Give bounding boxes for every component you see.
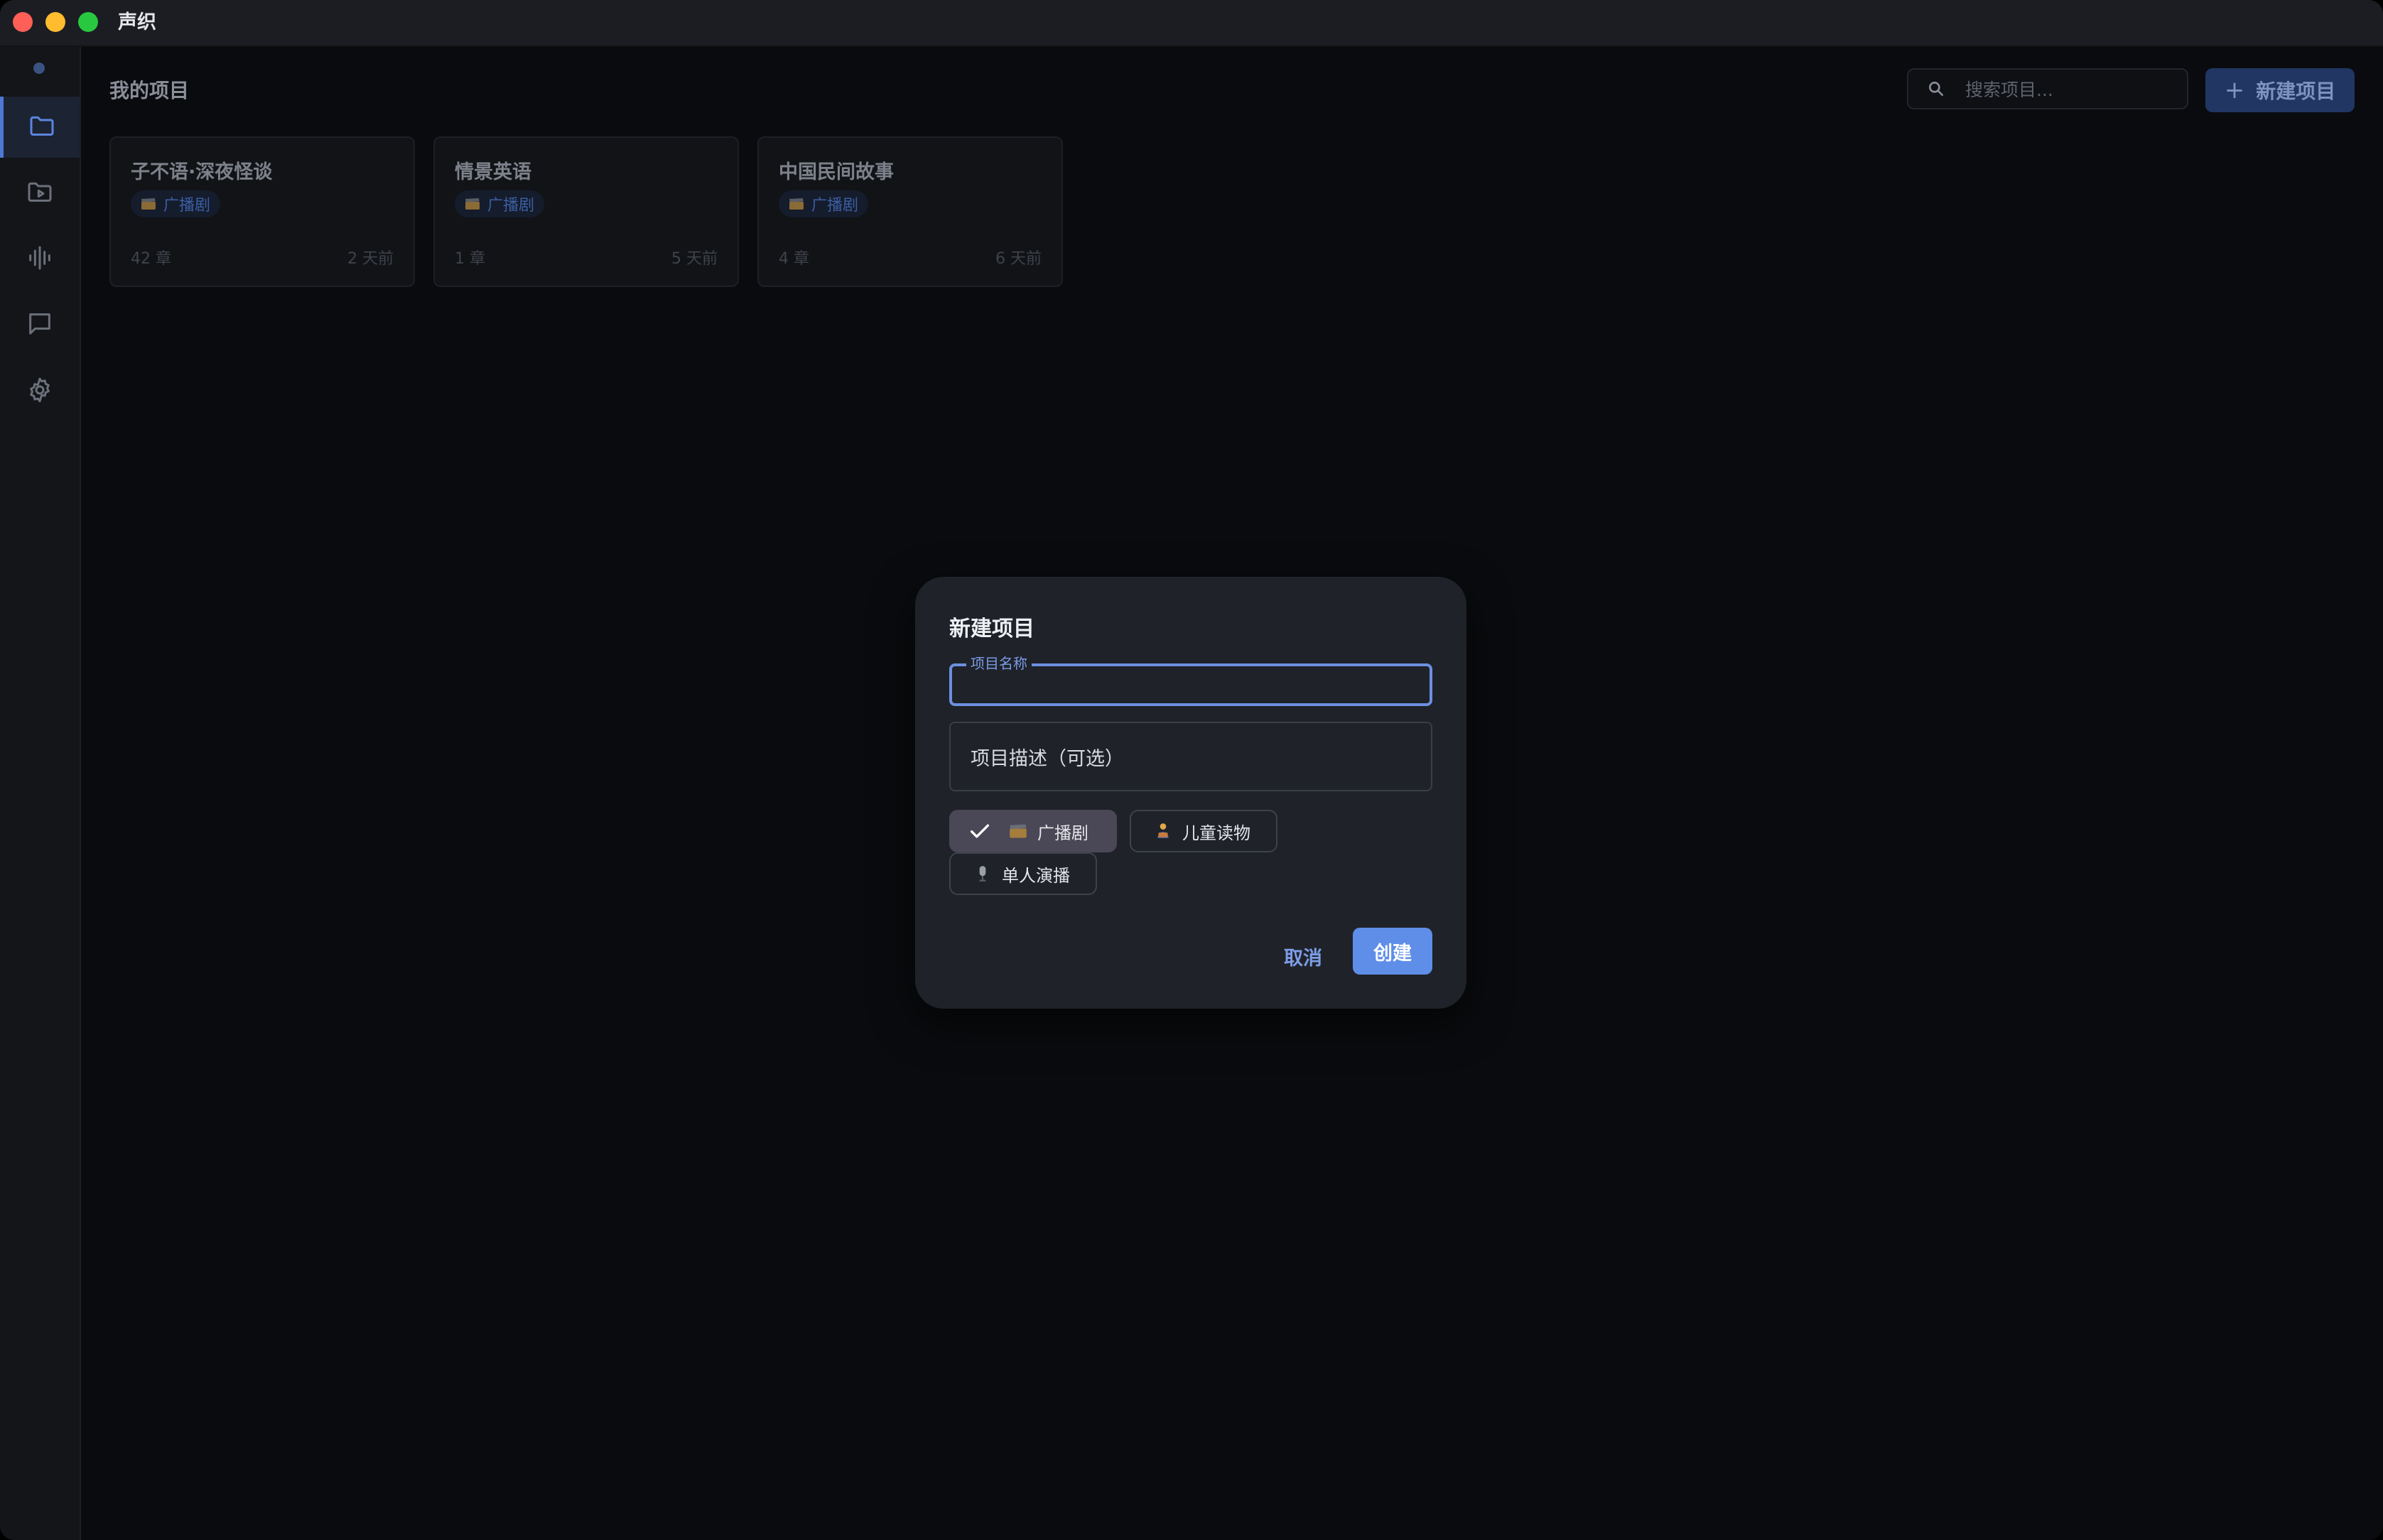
project-description-placeholder: 项目描述（可选） [971,747,1124,770]
project-type-label: 广播剧 [487,197,535,215]
project-card[interactable]: 中国民间故事 广播剧 4 章 6 天前 [757,136,1063,287]
sidebar-item-settings[interactable] [0,361,80,422]
project-name-field[interactable]: 项目名称 [949,655,1432,706]
project-type-label: 广播剧 [811,197,859,215]
search-input[interactable]: 搜索项目... [1907,68,2188,109]
project-type-badge: 广播剧 [779,190,869,217]
type-chip-children-book[interactable]: 儿童读物 [1130,810,1277,852]
plus-icon: + [2224,76,2245,104]
project-title: 情景英语 [455,161,531,183]
app-title: 声织 [118,11,156,33]
updated-time: 6 天前 [995,250,1042,268]
app-window: 声织 我的项目 搜索项目... + 新建项目 子不语·深夜怪谈 广播剧 42 章… [0,0,2383,1540]
folder-media-icon [26,178,54,209]
page-title: 我的项目 [109,79,190,102]
project-title: 子不语·深夜怪谈 [131,161,273,183]
new-project-dialog: 新建项目 项目名称 项目描述（可选） 广播剧 儿童读物 单人演播 取消 创建 [915,577,1466,1009]
clapperboard-icon [1010,824,1027,838]
child-reading-icon [1157,823,1169,838]
updated-time: 2 天前 [347,250,394,268]
clapperboard-icon [789,198,804,210]
project-card[interactable]: 子不语·深夜怪谈 广播剧 42 章 2 天前 [109,136,415,287]
dialog-title: 新建项目 [949,617,1034,641]
title-bar: 声织 [0,0,2383,47]
sidebar [0,47,81,1540]
type-chip-solo-reading[interactable]: 单人演播 [949,852,1097,895]
project-type-badge: 广播剧 [131,190,221,217]
project-description-field[interactable]: 项目描述（可选） [949,722,1432,791]
folder-icon [28,112,56,143]
search-icon [1929,82,1943,96]
microphone-icon [979,866,986,882]
chapter-count: 1 章 [455,250,485,268]
clapperboard-icon [465,198,480,210]
new-project-label: 新建项目 [2256,80,2336,103]
close-window-button[interactable] [13,12,33,32]
project-card[interactable]: 情景英语 广播剧 1 章 5 天前 [433,136,739,287]
gear-icon [26,376,54,407]
type-chip-label: 儿童读物 [1182,823,1250,843]
chapter-count: 42 章 [131,250,171,268]
type-chip-label: 单人演播 [1002,865,1070,886]
chapter-count: 4 章 [779,250,809,268]
status-dot [33,63,45,74]
maximize-window-button[interactable] [78,12,98,32]
type-chip-label: 广播剧 [1037,823,1088,843]
sidebar-item-chat[interactable] [0,295,80,356]
clapperboard-icon [141,198,156,210]
project-name-label: 项目名称 [966,655,1032,672]
cancel-button[interactable]: 取消 [1277,936,1329,976]
project-type-label: 广播剧 [163,197,211,215]
waveform-icon [26,244,54,275]
sidebar-item-projects[interactable] [0,97,80,158]
type-chip-radio-drama[interactable]: 广播剧 [949,810,1117,852]
check-icon [970,824,990,838]
sidebar-item-media[interactable] [0,163,80,224]
search-placeholder: 搜索项目... [1965,80,2053,100]
project-type-badge: 广播剧 [455,190,545,217]
project-title: 中国民间故事 [779,161,894,183]
new-project-button[interactable]: + 新建项目 [2205,68,2355,112]
updated-time: 5 天前 [671,250,718,268]
minimize-window-button[interactable] [45,12,65,32]
sidebar-item-audio[interactable] [0,229,80,290]
chat-icon [26,310,54,341]
create-button[interactable]: 创建 [1353,928,1432,975]
